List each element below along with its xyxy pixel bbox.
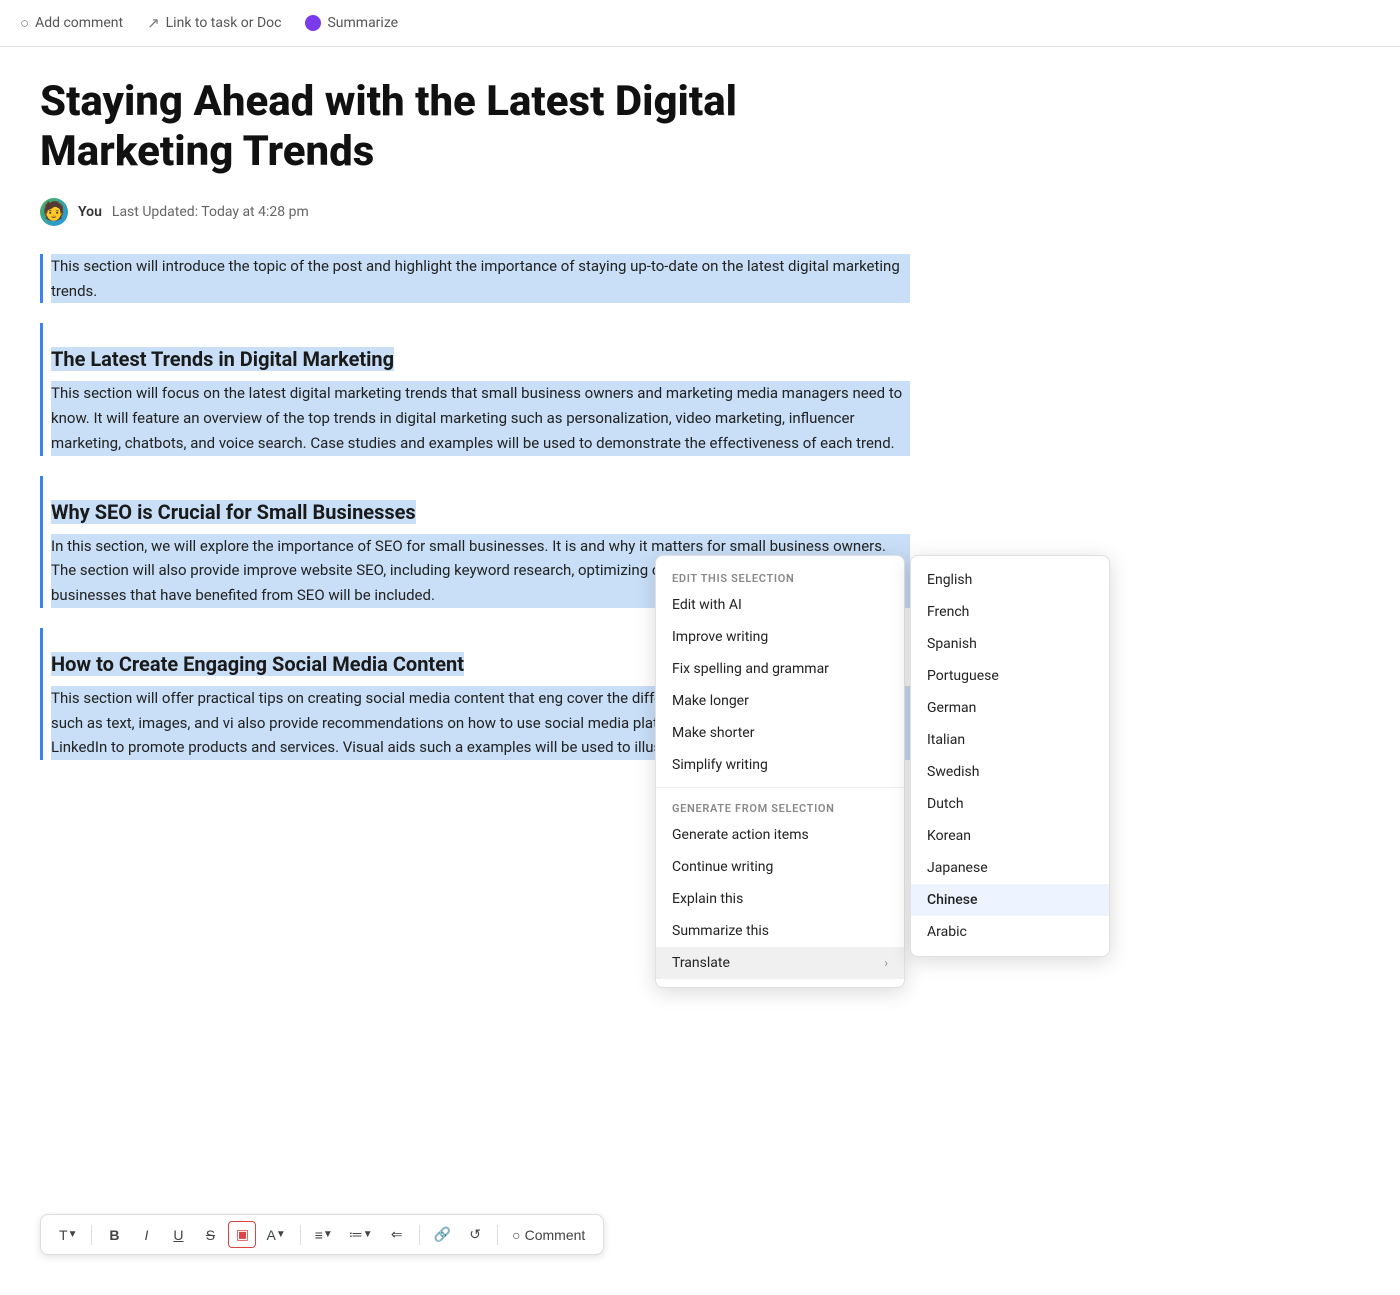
align-icon: ≡	[315, 1227, 323, 1243]
comment-button[interactable]: ○ Comment	[506, 1223, 591, 1247]
formatting-toolbar: T ▼ B I U S ▣ A ▼ ≡ ▼ ≔ ▼ ⇐ 🔗 ↺ ○ Commen…	[40, 1214, 604, 1255]
author-name: You	[78, 204, 102, 220]
submenu-lang-japanese[interactable]: Japanese	[911, 852, 1109, 884]
submenu-lang-dutch[interactable]: Dutch	[911, 788, 1109, 820]
menu-fix-spelling[interactable]: Fix spelling and grammar	[656, 653, 904, 685]
submenu-lang-english[interactable]: English	[911, 564, 1109, 596]
toolbar-separator-4	[497, 1225, 498, 1245]
avatar: 🧑	[40, 198, 68, 226]
align-arrow-icon: ▼	[323, 1229, 333, 1240]
bold-button[interactable]: B	[100, 1223, 128, 1247]
link-button[interactable]: 🔗	[428, 1222, 457, 1247]
link-chain-icon: 🔗	[434, 1226, 451, 1243]
add-comment-button[interactable]: ○ Add comment	[20, 14, 123, 32]
text-format-button[interactable]: T ▼	[53, 1223, 83, 1247]
section-heading-latest-trends: The Latest Trends in Digital Marketing	[51, 347, 394, 371]
generate-section-label: GENERATE FROM SELECTION	[656, 794, 904, 819]
last-updated: Last Updated: Today at 4:28 pm	[112, 204, 309, 220]
menu-translate[interactable]: Translate ›	[656, 947, 904, 979]
summarize-icon	[305, 15, 321, 31]
color-arrow-icon: ▼	[276, 1229, 286, 1240]
submenu-lang-spanish[interactable]: Spanish	[911, 628, 1109, 660]
translate-arrow-icon: ›	[884, 956, 888, 970]
intro-text: This section will introduce the topic of…	[51, 254, 910, 304]
menu-simplify-writing[interactable]: Simplify writing	[656, 749, 904, 781]
summarize-label: Summarize	[327, 15, 398, 31]
link-to-task-button[interactable]: ↗ Link to task or Doc	[147, 14, 281, 32]
edit-section-label: EDIT THIS SELECTION	[656, 564, 904, 589]
summarize-button[interactable]: Summarize	[305, 15, 398, 31]
context-menu: EDIT THIS SELECTION Edit with AI Improve…	[655, 555, 905, 988]
dropdown-icon: ▼	[68, 1229, 78, 1240]
list-arrow-icon: ▼	[363, 1229, 373, 1240]
document-title: Staying Ahead with the Latest Digital Ma…	[40, 77, 910, 178]
toolbar-separator-3	[419, 1225, 420, 1245]
menu-improve-writing[interactable]: Improve writing	[656, 621, 904, 653]
undo-icon: ↺	[469, 1226, 481, 1243]
menu-summarize-this[interactable]: Summarize this	[656, 915, 904, 947]
menu-make-longer[interactable]: Make longer	[656, 685, 904, 717]
submenu-lang-french[interactable]: French	[911, 596, 1109, 628]
submenu-lang-portuguese[interactable]: Portuguese	[911, 660, 1109, 692]
menu-divider	[656, 787, 904, 788]
underline-button[interactable]: U	[164, 1223, 192, 1247]
outdent-icon: ⇐	[391, 1226, 403, 1243]
menu-continue-writing[interactable]: Continue writing	[656, 851, 904, 883]
submenu-lang-italian[interactable]: Italian	[911, 724, 1109, 756]
align-button[interactable]: ≡ ▼	[309, 1223, 339, 1247]
language-submenu: EnglishFrenchSpanishPortugueseGermanItal…	[910, 555, 1110, 957]
menu-make-shorter[interactable]: Make shorter	[656, 717, 904, 749]
latest-trends-text: This section will focus on the latest di…	[51, 381, 910, 455]
strikethrough-button[interactable]: S	[196, 1223, 224, 1247]
add-comment-label: Add comment	[35, 15, 123, 31]
submenu-lang-chinese[interactable]: Chinese	[911, 884, 1109, 916]
menu-generate-action-items[interactable]: Generate action items	[656, 819, 904, 851]
menu-explain-this[interactable]: Explain this	[656, 883, 904, 915]
toolbar-separator-2	[300, 1225, 301, 1245]
link-to-task-label: Link to task or Doc	[166, 15, 282, 31]
toolbar-separator-1	[91, 1225, 92, 1245]
menu-edit-with-ai[interactable]: Edit with AI	[656, 589, 904, 621]
submenu-lang-korean[interactable]: Korean	[911, 820, 1109, 852]
list-icon: ≔	[349, 1226, 363, 1243]
text-color-button[interactable]: A ▼	[260, 1223, 291, 1247]
submenu-lang-german[interactable]: German	[911, 692, 1109, 724]
submenu-lang-arabic[interactable]: Arabic	[911, 916, 1109, 948]
section-latest-trends: The Latest Trends in Digital Marketing T…	[40, 323, 910, 455]
outdent-button[interactable]: ⇐	[383, 1222, 411, 1247]
undo-button[interactable]: ↺	[461, 1222, 489, 1247]
comment-icon: ○	[20, 14, 29, 32]
section-heading-seo: Why SEO is Crucial for Small Businesses	[51, 500, 416, 524]
author-row: 🧑 You Last Updated: Today at 4:28 pm	[40, 198, 910, 226]
italic-button[interactable]: I	[132, 1223, 160, 1247]
section-intro: This section will introduce the topic of…	[40, 254, 910, 304]
submenu-lang-swedish[interactable]: Swedish	[911, 756, 1109, 788]
comment-bubble-icon: ○	[512, 1227, 520, 1243]
highlight-button[interactable]: ▣	[228, 1221, 256, 1248]
link-icon: ↗	[147, 14, 160, 32]
top-toolbar: ○ Add comment ↗ Link to task or Doc Summ…	[0, 0, 1400, 47]
list-button[interactable]: ≔ ▼	[343, 1222, 379, 1247]
section-heading-social-media: How to Create Engaging Social Media Cont…	[51, 652, 464, 676]
highlight-icon: ▣	[236, 1226, 249, 1243]
